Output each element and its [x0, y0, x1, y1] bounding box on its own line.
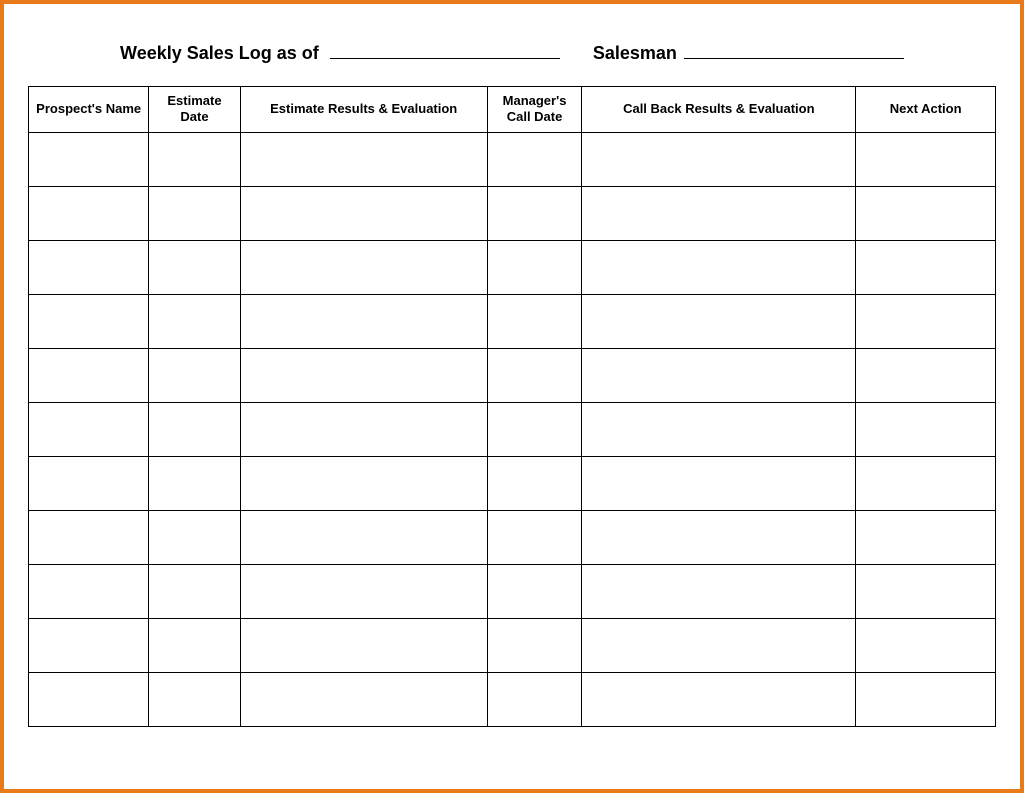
- table-cell[interactable]: [487, 240, 582, 294]
- col-header-estimate-results: Estimate Results & Evaluation: [240, 86, 487, 132]
- table-cell[interactable]: [856, 402, 996, 456]
- table-cell[interactable]: [487, 456, 582, 510]
- table-cell[interactable]: [149, 186, 240, 240]
- salesman-label: Salesman: [593, 43, 677, 63]
- table-row: [29, 186, 996, 240]
- table-cell[interactable]: [487, 186, 582, 240]
- asof-blank-line[interactable]: [330, 40, 560, 59]
- table-cell[interactable]: [856, 672, 996, 726]
- table-cell[interactable]: [149, 240, 240, 294]
- table-cell[interactable]: [149, 456, 240, 510]
- table-cell[interactable]: [582, 348, 856, 402]
- table-cell[interactable]: [149, 402, 240, 456]
- table-cell[interactable]: [487, 618, 582, 672]
- table-cell[interactable]: [582, 510, 856, 564]
- col-header-prospect: Prospect's Name: [29, 86, 149, 132]
- table-cell[interactable]: [582, 618, 856, 672]
- table-cell[interactable]: [240, 510, 487, 564]
- table-row: [29, 510, 996, 564]
- table-cell[interactable]: [582, 456, 856, 510]
- table-cell[interactable]: [856, 348, 996, 402]
- table-cell[interactable]: [582, 402, 856, 456]
- table-row: [29, 132, 996, 186]
- salesman-blank-line[interactable]: [684, 40, 904, 59]
- table-cell[interactable]: [240, 672, 487, 726]
- col-header-callback-results: Call Back Results & Evaluation: [582, 86, 856, 132]
- table-cell[interactable]: [240, 402, 487, 456]
- table-cell[interactable]: [29, 672, 149, 726]
- table-cell[interactable]: [582, 564, 856, 618]
- table-cell[interactable]: [149, 348, 240, 402]
- table-body: [29, 132, 996, 726]
- table-cell[interactable]: [29, 510, 149, 564]
- table-cell[interactable]: [149, 294, 240, 348]
- table-row: [29, 240, 996, 294]
- table-cell[interactable]: [149, 672, 240, 726]
- table-cell[interactable]: [29, 456, 149, 510]
- table-cell[interactable]: [582, 240, 856, 294]
- table-row: [29, 618, 996, 672]
- table-cell[interactable]: [240, 186, 487, 240]
- table-cell[interactable]: [29, 186, 149, 240]
- form-header: Weekly Sales Log as of Salesman: [28, 40, 996, 64]
- title-prefix: Weekly Sales Log as of: [120, 43, 319, 63]
- table-cell[interactable]: [240, 618, 487, 672]
- table-cell[interactable]: [149, 564, 240, 618]
- table-cell[interactable]: [856, 240, 996, 294]
- table-cell[interactable]: [856, 132, 996, 186]
- table-cell[interactable]: [487, 564, 582, 618]
- table-row: [29, 294, 996, 348]
- table-cell[interactable]: [29, 240, 149, 294]
- table-cell[interactable]: [29, 294, 149, 348]
- table-cell[interactable]: [487, 294, 582, 348]
- col-header-manager-call-date: Manager's Call Date: [487, 86, 582, 132]
- table-cell[interactable]: [29, 402, 149, 456]
- table-cell[interactable]: [149, 618, 240, 672]
- table-cell[interactable]: [29, 618, 149, 672]
- table-cell[interactable]: [582, 132, 856, 186]
- table-cell[interactable]: [240, 564, 487, 618]
- table-header-row: Prospect's Name Estimate Date Estimate R…: [29, 86, 996, 132]
- table-cell[interactable]: [487, 510, 582, 564]
- table-cell[interactable]: [240, 456, 487, 510]
- document-frame: Weekly Sales Log as of Salesman Prospect…: [0, 0, 1024, 793]
- table-cell[interactable]: [582, 294, 856, 348]
- table-cell[interactable]: [487, 348, 582, 402]
- table-cell[interactable]: [582, 672, 856, 726]
- table-cell[interactable]: [149, 510, 240, 564]
- table-cell[interactable]: [487, 132, 582, 186]
- table-cell[interactable]: [856, 186, 996, 240]
- sales-log-table: Prospect's Name Estimate Date Estimate R…: [28, 86, 996, 727]
- table-cell[interactable]: [240, 294, 487, 348]
- table-cell[interactable]: [487, 672, 582, 726]
- table-cell[interactable]: [240, 240, 487, 294]
- table-cell[interactable]: [487, 402, 582, 456]
- table-cell[interactable]: [856, 294, 996, 348]
- table-cell[interactable]: [149, 132, 240, 186]
- table-cell[interactable]: [856, 618, 996, 672]
- table-cell[interactable]: [856, 456, 996, 510]
- table-cell[interactable]: [240, 132, 487, 186]
- col-header-estimate-date: Estimate Date: [149, 86, 240, 132]
- table-cell[interactable]: [240, 348, 487, 402]
- table-cell[interactable]: [29, 564, 149, 618]
- table-cell[interactable]: [582, 186, 856, 240]
- table-row: [29, 672, 996, 726]
- table-row: [29, 456, 996, 510]
- col-header-next-action: Next Action: [856, 86, 996, 132]
- table-cell[interactable]: [856, 564, 996, 618]
- table-cell[interactable]: [856, 510, 996, 564]
- table-cell[interactable]: [29, 132, 149, 186]
- table-cell[interactable]: [29, 348, 149, 402]
- table-row: [29, 348, 996, 402]
- table-row: [29, 564, 996, 618]
- table-row: [29, 402, 996, 456]
